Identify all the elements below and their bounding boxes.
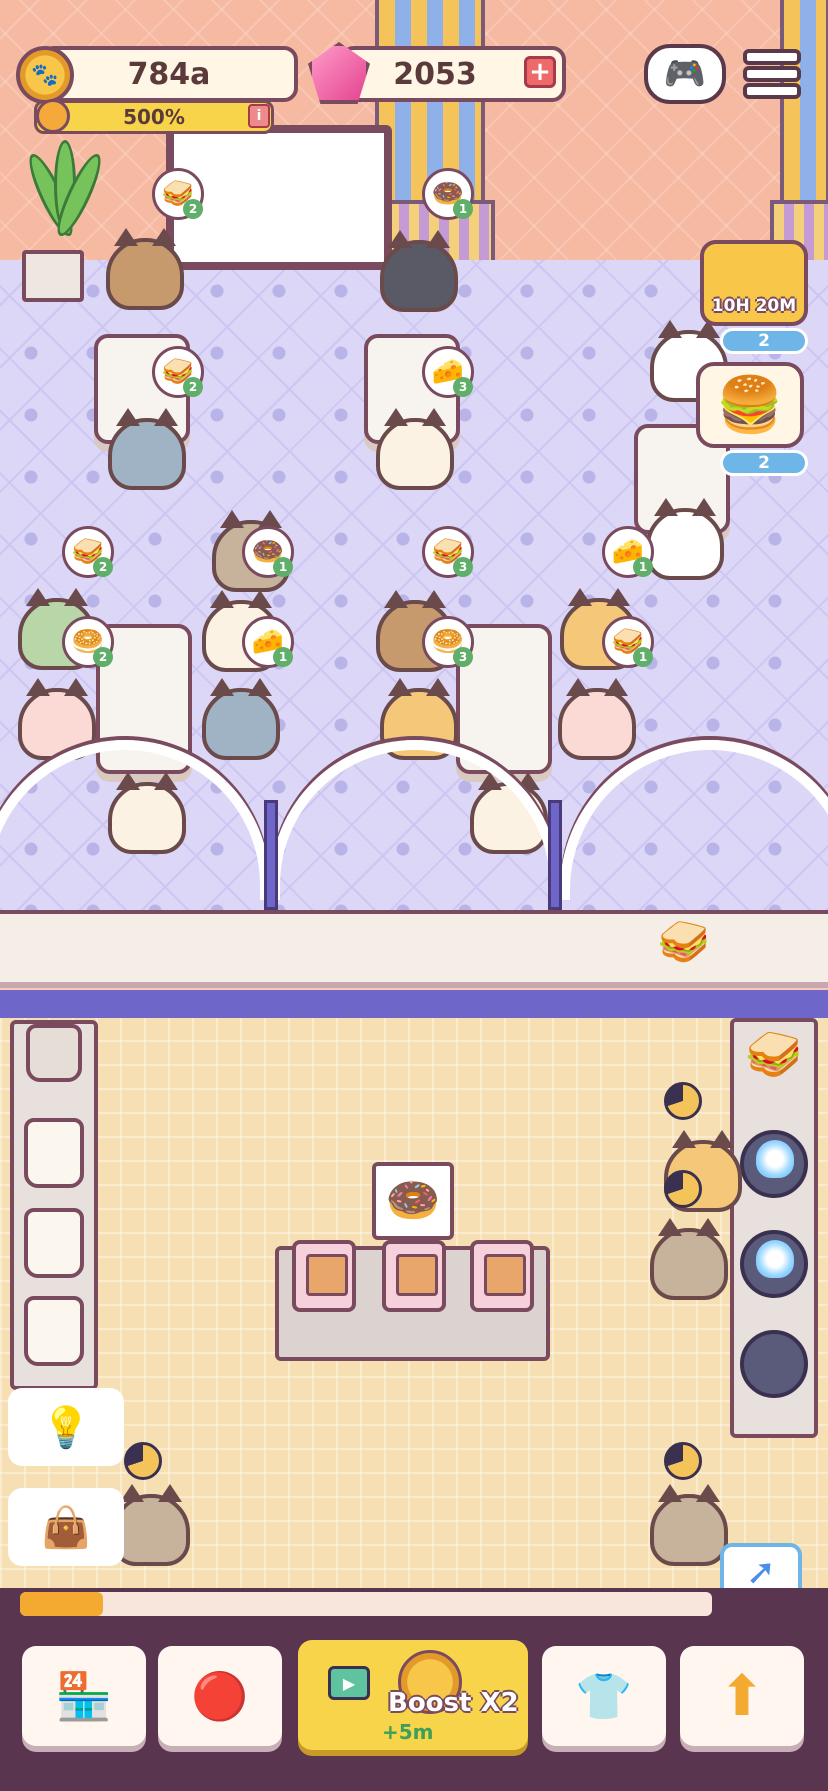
boost-duration: +5m [382,1720,434,1744]
arch-post [264,800,278,910]
cat-customer[interactable] [376,408,454,490]
smore-food-icon[interactable]: 🥪 [744,1024,804,1084]
burger-icon: 🍔 [716,373,784,436]
upgrade-arrow-icon: ⬆ [718,1663,766,1729]
gem-amount: 2053 [393,56,477,92]
event-timer: 10H 20M [711,296,797,316]
gamepad-icon[interactable]: 🎮 [644,44,726,104]
level-up-arrow-icon: ➚ [745,1552,777,1593]
cooking-timer-icon [124,1442,162,1480]
order-bubble[interactable]: 🥯 3 [422,616,474,668]
order-bubble[interactable]: 🥯 2 [62,616,114,668]
bag-button[interactable]: 👜 [8,1488,124,1566]
order-bubble[interactable]: 🧀 1 [602,526,654,578]
cat-customer[interactable] [108,408,186,490]
upgrade-button[interactable]: ⬆ [680,1646,804,1746]
level-progress-bar [20,1592,712,1616]
plus-icon: + [529,57,551,87]
boost-button[interactable]: ▶ Boost X2 +5m [298,1640,528,1750]
cat-customer[interactable] [202,678,280,760]
level-progress-fill [20,1592,104,1616]
deep-fryer[interactable] [292,1240,356,1312]
order-bubble[interactable]: 🥪 2 [62,526,114,578]
shirt-icon: 👕 [575,1668,633,1723]
milk-jug-icon[interactable] [24,1208,84,1278]
smore-food-icon[interactable]: 🥪 [656,914,712,970]
cat-customer[interactable] [380,230,458,312]
order-bubble[interactable]: 🥪 2 [152,346,204,398]
order-bubble[interactable]: 🧀 1 [242,616,294,668]
cat-customer[interactable] [558,678,636,760]
order-bubble[interactable]: 🥪 2 [152,168,204,220]
menu-icon[interactable] [740,44,804,104]
multiplier-value: 500% [123,105,185,129]
event-count-label: 2 [758,331,770,351]
event-timer-badge[interactable]: 10H 20M [700,240,808,326]
bag-icon: 👜 [41,1504,91,1551]
lightbulb-icon: 💡 [41,1404,91,1451]
red-button[interactable]: 🔴 [158,1646,282,1746]
counter-trim [0,990,828,1018]
order-count: 2 [720,450,808,476]
deep-fryer[interactable] [470,1240,534,1312]
multiplier-info-button[interactable]: i [248,104,270,128]
outfit-button[interactable]: 👕 [542,1646,666,1746]
order-bubble[interactable]: 🍩 1 [242,526,294,578]
order-bubble[interactable]: 🍩 1 [422,168,474,220]
cat-customer[interactable] [646,498,724,580]
coin-amount: 784a [127,56,211,92]
order-bubble[interactable]: 🥪 1 [602,616,654,668]
stove-burner[interactable] [740,1330,808,1398]
cooking-timer-icon [664,1442,702,1480]
plant-pot [22,250,84,302]
lightbulb-button[interactable]: 💡 [8,1388,124,1466]
donut-plate[interactable]: 🍩 [372,1162,454,1240]
order-bubble[interactable]: 🥪 3 [422,526,474,578]
boost-label: Boost X2 [388,1688,519,1718]
video-ad-icon: ▶ [328,1666,370,1700]
paw-coin-icon: 🐾 [16,46,74,104]
add-gems-button[interactable]: + [524,56,556,88]
striped-pillar-right [770,0,828,270]
shop-button[interactable]: 🏪 [22,1646,146,1746]
burger-order-card[interactable]: 🍔 [696,362,804,448]
red-button-icon: 🔴 [191,1668,249,1723]
info-icon: i [256,108,262,124]
stove-burner[interactable] [740,1130,808,1198]
stove-burner[interactable] [740,1230,808,1298]
milk-jug-icon[interactable] [24,1296,84,1366]
cooking-timer-icon [664,1082,702,1120]
arch-post [548,800,562,910]
event-count: 2 [720,328,808,354]
order-bubble[interactable]: 🧀 3 [422,346,474,398]
income-multiplier[interactable]: 500% [34,100,274,134]
deep-fryer[interactable] [382,1240,446,1312]
cooking-timer-icon [664,1170,702,1208]
coin-counter: 784a [40,46,298,102]
cat-customer[interactable] [106,228,184,310]
coffee-cup-icon[interactable] [26,1024,82,1082]
cat-chef[interactable] [650,1484,728,1566]
milk-jug-icon[interactable] [24,1118,84,1188]
shop-icon: 🏪 [55,1668,113,1723]
cat-chef[interactable] [650,1218,728,1300]
multiplier-coin-icon [36,99,70,133]
order-count-label: 2 [758,453,770,473]
